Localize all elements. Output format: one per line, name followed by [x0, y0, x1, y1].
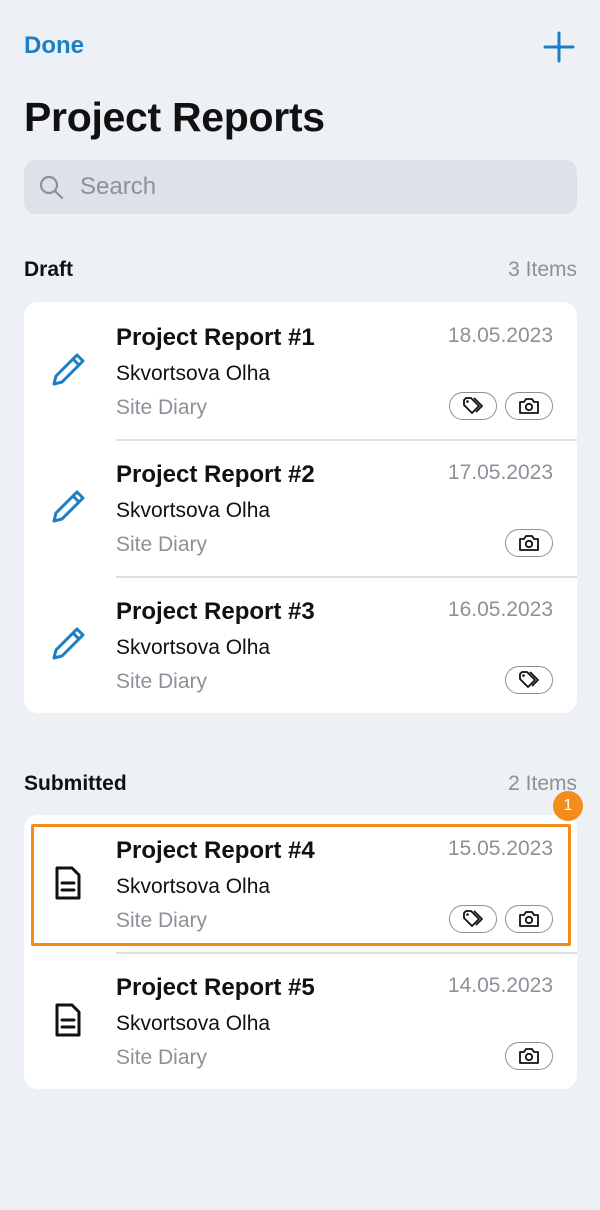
item-author: Skvortsova Olha: [116, 1012, 271, 1035]
item-date: 16.05.2023: [447, 598, 553, 621]
item-tags: [505, 529, 553, 557]
pencil-icon: [52, 490, 85, 523]
item-title: Project Report #2: [116, 461, 315, 488]
item-type: Site Diary: [116, 533, 208, 556]
search-icon: [39, 175, 64, 200]
photo-pill: [505, 1042, 553, 1070]
item-date: 15.05.2023: [447, 837, 553, 860]
row-divider: [116, 952, 577, 954]
camera-icon: [519, 1048, 539, 1064]
item-tags: [505, 666, 553, 694]
row-divider: [116, 439, 577, 441]
search-input[interactable]: [80, 160, 560, 214]
draft-list: Project Report #1 Skvortsova Olha Site D…: [24, 302, 577, 713]
document-icon: [55, 1003, 81, 1037]
item-tags: [505, 1042, 553, 1070]
item-tags: [449, 392, 553, 420]
list-item[interactable]: Project Report #3 Skvortsova Olha Site D…: [24, 576, 577, 713]
item-type: Site Diary: [116, 1046, 208, 1069]
item-title: Project Report #5: [116, 974, 315, 1001]
camera-icon: [519, 398, 539, 414]
item-author: Skvortsova Olha: [116, 362, 271, 385]
list-item[interactable]: Project Report #1 Skvortsova Olha Site D…: [24, 302, 577, 439]
done-button[interactable]: Done: [24, 32, 84, 60]
annotation-badge: 1: [553, 791, 583, 821]
plus-icon: [543, 31, 575, 63]
section-count: 3 Items: [508, 258, 577, 281]
top-bar: Done: [24, 30, 576, 66]
tag-pill: [505, 666, 553, 694]
item-title: Project Report #3: [116, 598, 315, 625]
section-label: Submitted: [24, 772, 127, 795]
tag-icon: [463, 397, 483, 414]
tag-icon: [463, 910, 483, 927]
pencil-icon: [52, 353, 85, 386]
item-type: Site Diary: [116, 909, 208, 932]
item-date: 14.05.2023: [447, 974, 553, 997]
tag-pill: [449, 392, 497, 420]
submitted-list: Project Report #4 Skvortsova Olha Site D…: [24, 815, 577, 1089]
item-title: Project Report #4: [116, 837, 315, 864]
item-date: 18.05.2023: [447, 324, 553, 347]
section-header-draft: Draft 3 Items: [24, 258, 577, 288]
photo-pill: [505, 392, 553, 420]
screen: Done Project Reports Draft 3 Items Proje…: [0, 0, 600, 1210]
list-item[interactable]: Project Report #5 Skvortsova Olha Site D…: [24, 952, 577, 1089]
camera-icon: [519, 911, 539, 927]
photo-pill: [505, 529, 553, 557]
tag-pill: [449, 905, 497, 933]
item-type: Site Diary: [116, 396, 208, 419]
item-title: Project Report #1: [116, 324, 315, 351]
item-type: Site Diary: [116, 670, 208, 693]
pencil-icon: [52, 627, 85, 660]
camera-icon: [519, 535, 539, 551]
item-tags: [449, 905, 553, 933]
photo-pill: [505, 905, 553, 933]
section-label: Draft: [24, 258, 74, 281]
page-title: Project Reports: [24, 94, 325, 140]
search-bar[interactable]: [24, 160, 577, 214]
row-divider: [116, 576, 577, 578]
add-report-button[interactable]: [542, 30, 576, 64]
list-item[interactable]: Project Report #2 Skvortsova Olha Site D…: [24, 439, 577, 576]
item-date: 17.05.2023: [447, 461, 553, 484]
tag-icon: [519, 671, 539, 688]
section-header-submitted: Submitted 2 Items: [24, 772, 577, 802]
item-author: Skvortsova Olha: [116, 499, 271, 522]
item-author: Skvortsova Olha: [116, 875, 271, 898]
list-item[interactable]: Project Report #4 Skvortsova Olha Site D…: [24, 815, 577, 952]
item-author: Skvortsova Olha: [116, 636, 271, 659]
document-icon: [55, 866, 81, 900]
